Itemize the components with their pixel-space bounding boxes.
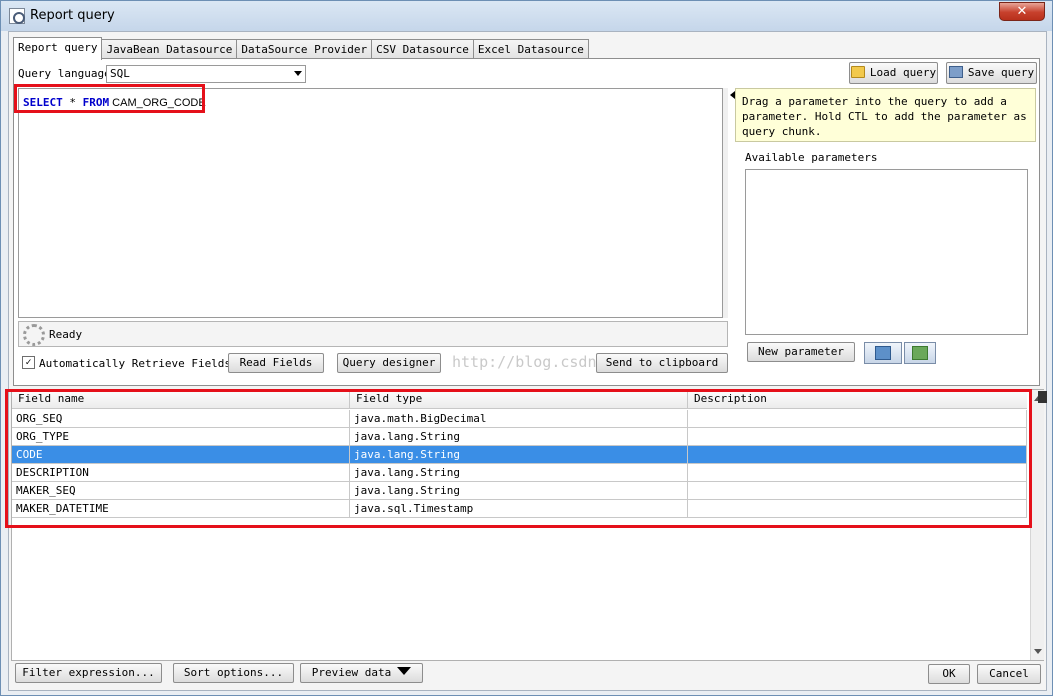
save-query-button[interactable]: Save query — [946, 62, 1037, 84]
cell-field-type[interactable]: java.math.BigDecimal — [350, 410, 688, 428]
fields-table-header: Field name Field type Description — [12, 390, 1027, 409]
cell-field-name[interactable]: MAKER_DATETIME — [12, 500, 350, 518]
sort-options-button[interactable]: Sort options... — [173, 663, 294, 683]
query-designer-button[interactable]: Query designer — [337, 353, 441, 373]
fields-table: Field name Field type Description ORG_SE… — [11, 389, 1044, 661]
save-icon — [948, 66, 963, 78]
sql-keyword-from: FROM — [82, 96, 110, 109]
table-vertical-scrollbar[interactable] — [1030, 390, 1044, 660]
sql-table-name: CAM_ORG_CODE — [109, 97, 206, 109]
column-field-name[interactable]: Field name — [12, 390, 350, 408]
table-row[interactable]: MAKER_DATETIME java.sql.Timestamp — [12, 500, 1027, 518]
add-parameter-down-button[interactable] — [904, 342, 936, 364]
arrow-right-icon — [875, 346, 891, 360]
table-row[interactable]: CODE java.lang.String — [12, 446, 1027, 464]
cell-field-name[interactable]: ORG_TYPE — [12, 428, 350, 446]
ok-button[interactable]: OK — [928, 664, 970, 684]
available-parameters-list[interactable] — [745, 169, 1028, 335]
filter-expression-button[interactable]: Filter expression... — [15, 663, 162, 683]
column-field-type[interactable]: Field type — [350, 390, 688, 408]
loading-spinner-icon — [23, 324, 45, 346]
column-description[interactable]: Description — [688, 390, 1027, 408]
cell-field-name[interactable]: CODE — [12, 446, 350, 464]
cell-description[interactable] — [688, 482, 1027, 500]
app-icon — [9, 8, 25, 24]
sql-star: * — [62, 96, 83, 109]
tab-strip: Report query JavaBean Datasource DataSou… — [13, 37, 589, 60]
available-parameters-label: Available parameters — [745, 151, 878, 164]
window-title: Report query — [30, 8, 115, 23]
editor-scroll-gutter — [722, 88, 728, 318]
report-query-panel: Query language SQL Load query Save query… — [13, 58, 1040, 386]
query-language-label: Query language — [18, 67, 111, 80]
add-parameter-right-button[interactable] — [864, 342, 902, 364]
dropdown-triangle-icon — [397, 667, 412, 675]
title-bar: Report query ✕ — [1, 1, 1052, 31]
tab-excel-datasource[interactable]: Excel Datasource — [472, 39, 589, 59]
column-chooser-icon[interactable] — [1038, 391, 1047, 403]
cell-field-type[interactable]: java.lang.String — [350, 464, 688, 482]
tab-report-query[interactable]: Report query — [13, 37, 103, 60]
cell-field-name[interactable]: ORG_SEQ — [12, 410, 350, 428]
auto-retrieve-label: Automatically Retrieve Fields — [39, 357, 232, 370]
preview-data-button[interactable]: Preview data — [300, 663, 423, 683]
cell-description[interactable] — [688, 428, 1027, 446]
table-row[interactable]: ORG_TYPE java.lang.String — [12, 428, 1027, 446]
read-fields-button[interactable]: Read Fields — [228, 353, 324, 373]
report-query-dialog: Report query ✕ Report query JavaBean Dat… — [0, 0, 1053, 696]
cell-field-name[interactable]: DESCRIPTION — [12, 464, 350, 482]
table-row[interactable]: MAKER_SEQ java.lang.String — [12, 482, 1027, 500]
tab-datasource-provider[interactable]: DataSource Provider — [236, 39, 373, 59]
preview-data-label: Preview data — [311, 666, 392, 679]
cell-field-type[interactable]: java.lang.String — [350, 482, 688, 500]
table-row[interactable]: ORG_SEQ java.math.BigDecimal — [12, 410, 1027, 428]
table-row[interactable]: DESCRIPTION java.lang.String — [12, 464, 1027, 482]
tab-csv-datasource[interactable]: CSV Datasource — [371, 39, 474, 59]
status-bar: Ready — [18, 321, 728, 347]
arrow-down-icon — [912, 346, 928, 360]
tab-javabean-datasource[interactable]: JavaBean Datasource — [101, 39, 238, 59]
chevron-down-icon — [294, 71, 302, 76]
sql-editor[interactable]: SELECT * FROM CAM_ORG_CODE — [18, 88, 728, 318]
cell-description[interactable] — [688, 446, 1027, 464]
cell-description[interactable] — [688, 410, 1027, 428]
auto-retrieve-checkbox[interactable]: ✓ — [22, 356, 35, 369]
save-query-label: Save query — [967, 66, 1035, 79]
cell-field-type[interactable]: java.lang.String — [350, 428, 688, 446]
cell-field-name[interactable]: MAKER_SEQ — [12, 482, 350, 500]
scroll-down-icon[interactable] — [1034, 649, 1042, 654]
sql-text: SELECT * FROM CAM_ORG_CODE — [23, 96, 206, 109]
load-query-label: Load query — [869, 66, 937, 79]
cell-field-type[interactable]: java.lang.String — [350, 446, 688, 464]
cell-description[interactable] — [688, 464, 1027, 482]
folder-icon — [850, 66, 865, 78]
query-language-select[interactable]: SQL — [106, 65, 306, 83]
new-parameter-button[interactable]: New parameter — [747, 342, 855, 362]
cell-field-type[interactable]: java.sql.Timestamp — [350, 500, 688, 518]
cell-description[interactable] — [688, 500, 1027, 518]
parameter-hint: Drag a parameter into the query to add a… — [735, 88, 1036, 142]
load-query-button[interactable]: Load query — [849, 62, 938, 84]
dialog-body: Report query JavaBean Datasource DataSou… — [5, 31, 1047, 691]
cancel-button[interactable]: Cancel — [977, 664, 1041, 684]
status-text: Ready — [49, 328, 83, 341]
send-to-clipboard-button[interactable]: Send to clipboard — [596, 353, 728, 373]
sql-keyword-select: SELECT — [23, 96, 63, 109]
close-button[interactable]: ✕ — [999, 2, 1045, 21]
query-language-value: SQL — [110, 67, 130, 80]
